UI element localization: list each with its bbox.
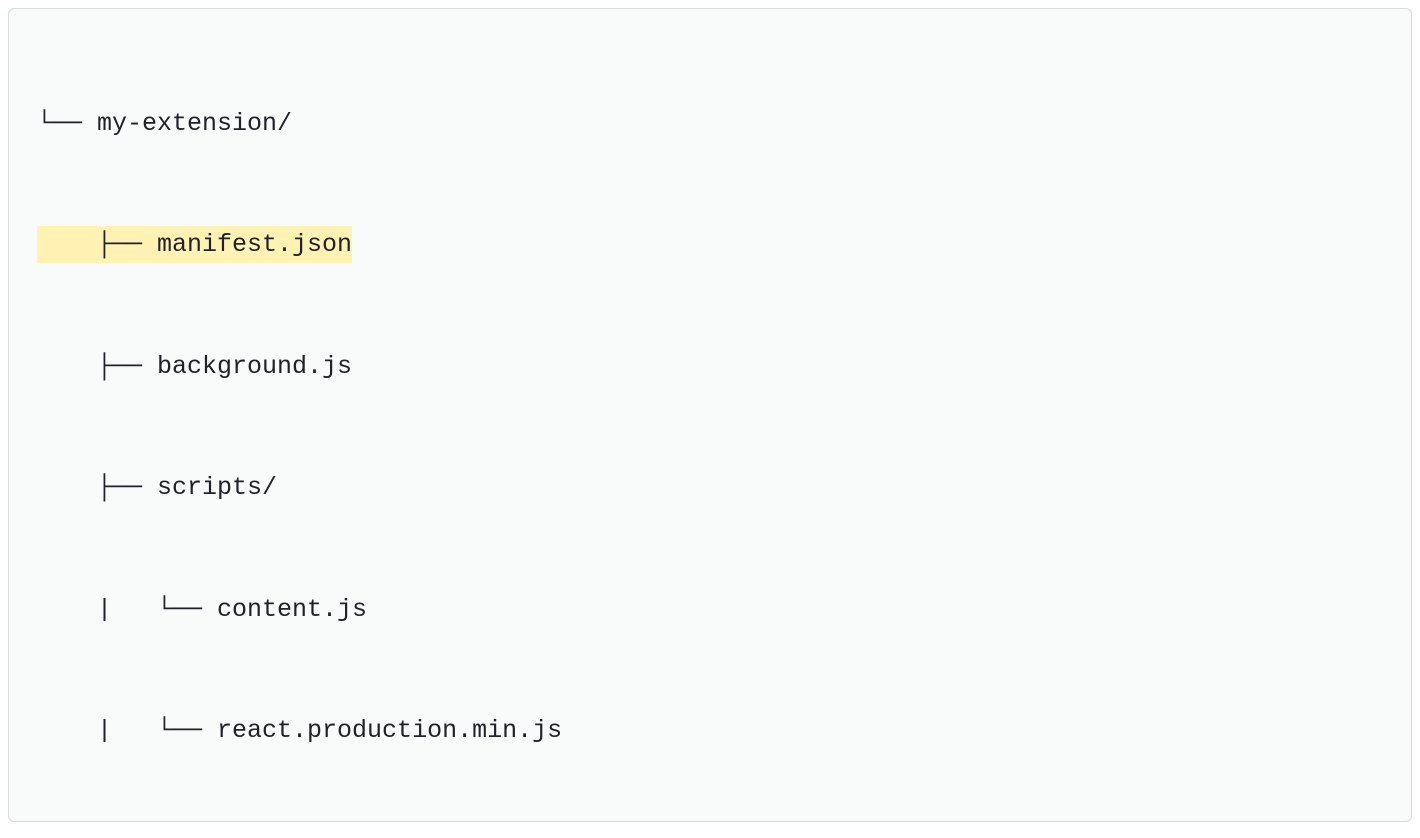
tree-node-label: scripts/ xyxy=(157,473,277,502)
tree-line: | └── content.js xyxy=(37,583,1411,637)
tree-line: └── my-extension/ xyxy=(37,97,1411,151)
tree-line: ├── scripts/ xyxy=(37,461,1411,515)
tree-line: ├── manifest.json xyxy=(37,218,1411,272)
file-tree-code-block: └── my-extension/ ├── manifest.json ├── … xyxy=(8,8,1412,822)
tree-branch-glyph: └── xyxy=(37,109,97,138)
tree-branch-glyph: | └── xyxy=(37,595,217,624)
tree-node-label: background.js xyxy=(157,352,352,381)
tree-node-label: content.js xyxy=(217,595,367,624)
tree-line: | └── react.production.min.js xyxy=(37,704,1411,758)
tree-branch-glyph: | └── xyxy=(37,716,217,745)
tree-line: ├── background.js xyxy=(37,340,1411,394)
tree-branch-glyph: ├── xyxy=(37,473,157,502)
tree-branch-glyph: ├── xyxy=(37,226,157,263)
tree-branch-glyph: ├── xyxy=(37,352,157,381)
tree-node-label: my-extension/ xyxy=(97,109,292,138)
tree-node-label: react.production.min.js xyxy=(217,716,562,745)
tree-node-label: manifest.json xyxy=(157,226,352,263)
